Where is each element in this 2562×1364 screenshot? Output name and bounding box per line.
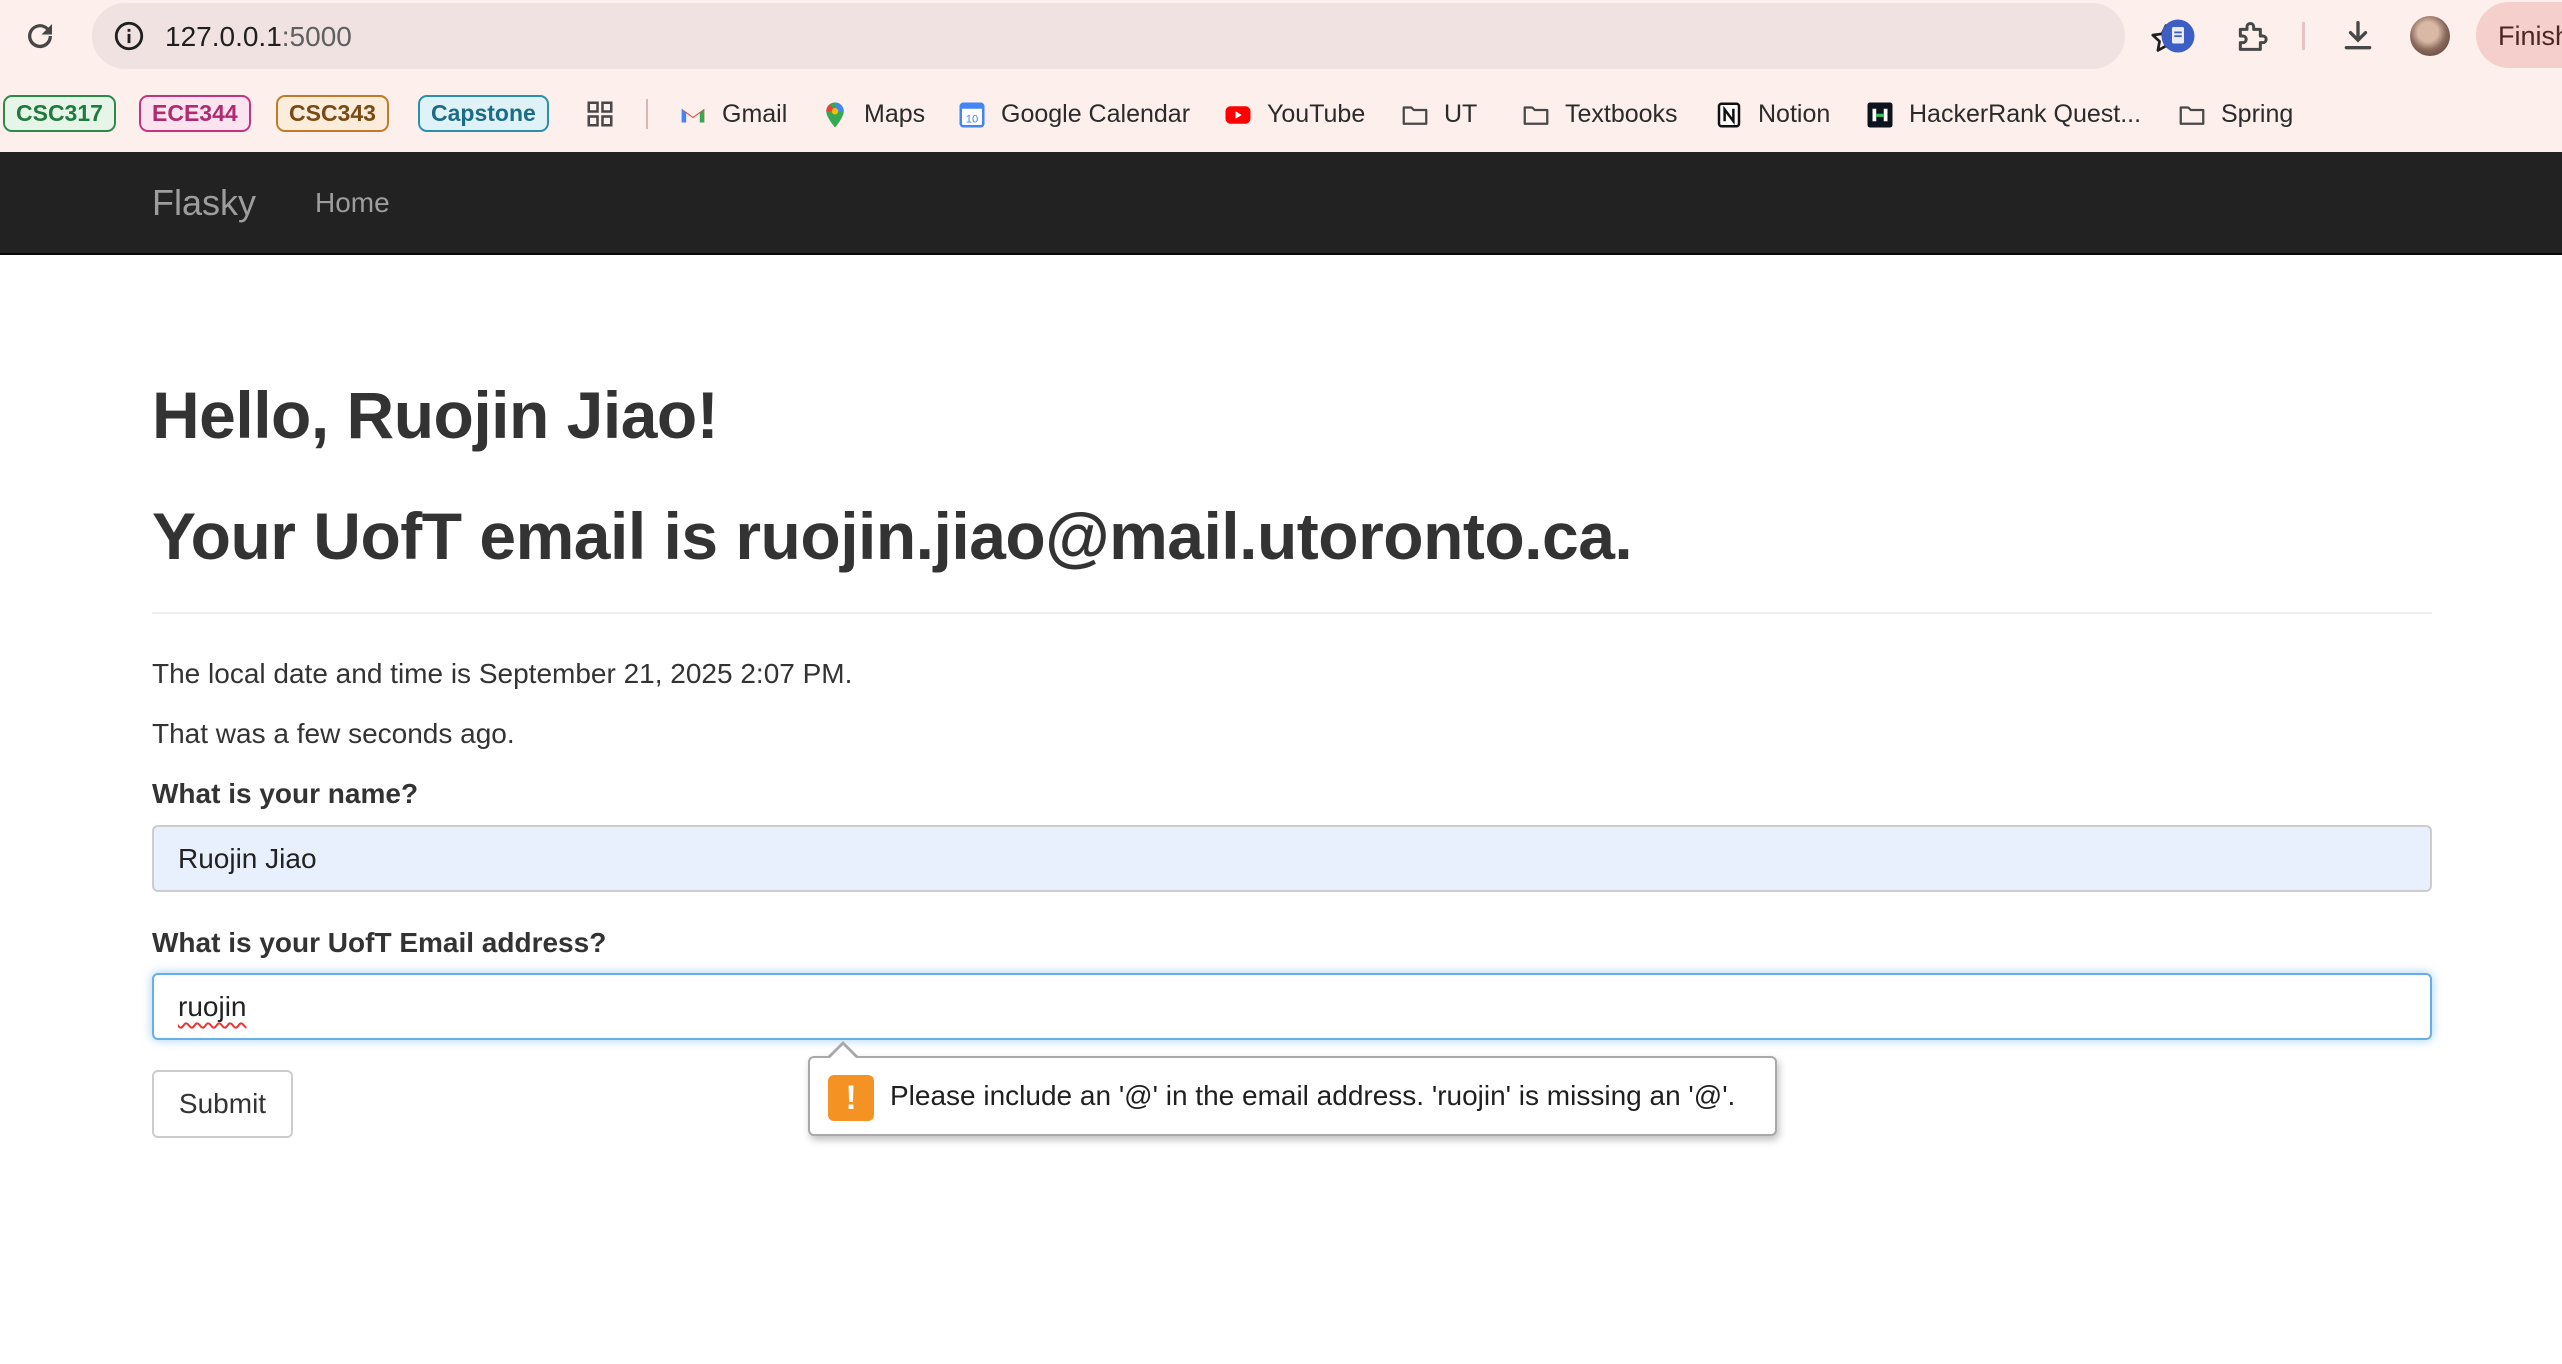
finish-update-label: Finish <box>2498 21 2562 51</box>
calendar-day-number: 10 <box>966 114 979 126</box>
email-input[interactable]: ruojin <box>152 973 2432 1040</box>
bookmark-folder-spring-label: Spring <box>2221 100 2294 128</box>
profile-avatar[interactable] <box>2410 16 2450 56</box>
bookmark-notion-label: Notion <box>1758 100 1831 128</box>
site-info-icon[interactable] <box>112 19 146 53</box>
validation-message: Please include an '@' in the email addre… <box>890 1080 1736 1111</box>
email-heading: Your UofT email is ruojin.jiao@mail.utor… <box>152 499 1633 573</box>
name-input[interactable]: Ruojin Jiao <box>152 825 2432 892</box>
toolbar-divider <box>2302 22 2305 50</box>
bookmark-group-csc343[interactable]: CSC343 <box>276 95 389 132</box>
google-calendar-icon: 10 <box>959 102 985 128</box>
submit-button[interactable]: Submit <box>152 1070 293 1138</box>
youtube-icon <box>1225 106 1251 124</box>
email-validation-tooltip: ! Please include an '@' in the email add… <box>808 1056 1777 1136</box>
bookmark-google-calendar-label: Google Calendar <box>1001 100 1191 128</box>
relative-time-text: That was a few seconds ago. <box>152 718 515 749</box>
finish-update-button[interactable]: Finish <box>2476 2 2562 68</box>
bookmark-youtube-label: YouTube <box>1267 100 1366 128</box>
folder-icon <box>1402 106 1428 125</box>
email-input-value: ruojin <box>178 991 247 1022</box>
bookmark-group-csc317[interactable]: CSC317 <box>3 95 116 132</box>
bookmark-maps-label: Maps <box>864 100 926 128</box>
url-text[interactable]: 127.0.0.1:5000 <box>165 20 352 54</box>
bookmark-folder-textbooks-label: Textbooks <box>1565 100 1678 128</box>
extensions-puzzle-icon[interactable] <box>2232 16 2272 56</box>
bookmarks-bar: CSC317 ECE344 CSC343 Capstone Gmail Maps… <box>0 72 2562 152</box>
email-field-label: What is your UofT Email address? <box>152 927 607 958</box>
tooltip-arrow <box>829 1045 857 1059</box>
reload-icon[interactable] <box>22 18 58 54</box>
bookmark-hackerrank-label: HackerRank Quest... <box>1909 100 2142 128</box>
url-port: :5000 <box>281 21 352 52</box>
browser-toolbar: 127.0.0.1:5000 Finish <box>0 0 2562 72</box>
app-navbar: Flasky Home <box>0 152 2562 255</box>
local-datetime-text: The local date and time is September 21,… <box>152 658 853 689</box>
url-host: 127.0.0.1 <box>165 21 282 52</box>
bookmark-group-ece344[interactable]: ECE344 <box>139 95 251 132</box>
bookmark-folder-ut-label: UT <box>1444 100 1478 128</box>
maps-pin-icon <box>826 102 844 128</box>
bookmarks-divider <box>646 99 648 129</box>
header-divider <box>152 612 2432 614</box>
hackerrank-icon <box>1867 102 1893 128</box>
bookmark-gmail-label: Gmail <box>722 100 788 128</box>
greeting-heading: Hello, Ruojin Jiao! <box>152 378 719 452</box>
nav-home-link[interactable]: Home <box>315 186 390 220</box>
bookmark-group-capstone[interactable]: Capstone <box>418 95 549 132</box>
name-field-label: What is your name? <box>152 778 419 809</box>
notion-icon <box>1717 102 1741 128</box>
warning-icon: ! <box>828 1075 874 1121</box>
navbar-brand[interactable]: Flasky <box>152 182 256 224</box>
download-icon[interactable] <box>2338 16 2378 56</box>
apps-grid-icon[interactable] <box>585 99 615 129</box>
folder-icon <box>2179 106 2205 125</box>
address-bar[interactable]: 127.0.0.1:5000 <box>92 3 2181 69</box>
docs-extension-icon[interactable] <box>2160 18 2196 54</box>
name-input-value: Ruojin Jiao <box>178 843 317 874</box>
gmail-icon <box>681 108 705 123</box>
folder-icon <box>1523 106 1549 125</box>
